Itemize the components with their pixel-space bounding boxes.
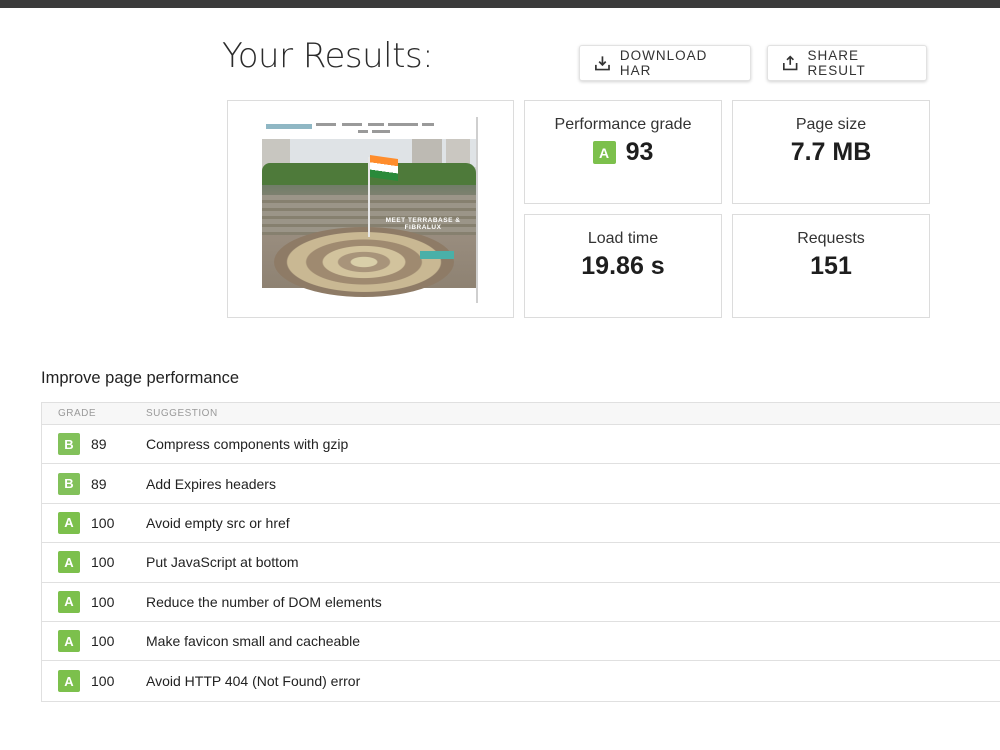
grade-score: 100 <box>91 554 115 571</box>
grade-cell: B 89 <box>42 433 146 456</box>
suggestion-text: Avoid empty src or href <box>146 514 290 531</box>
suggestions-table: GRADE SUGGESTION B 89 Compress components … <box>41 402 1000 702</box>
suggestion-text: Reduce the number of DOM elements <box>146 593 382 610</box>
suggestion-text: Add Expires headers <box>146 475 276 492</box>
grade-score: 100 <box>91 633 115 650</box>
table-row[interactable]: B 89 Compress components with gzip <box>42 425 1000 465</box>
performance-grade-card: Performance grade A 93 <box>524 100 722 204</box>
table-row[interactable]: A 100 Avoid HTTP 404 (Not Found) error <box>42 661 1000 700</box>
grade-cell: A 100 <box>42 670 146 693</box>
grade-badge: A <box>58 670 80 693</box>
download-icon <box>595 56 610 71</box>
page-screenshot-card: MEET TERRABASE & FIBRALUX <box>227 100 514 318</box>
grade-badge: A <box>58 551 80 574</box>
table-row[interactable]: A 100 Make favicon small and cacheable <box>42 622 1000 662</box>
requests-value: 151 <box>810 252 852 280</box>
grade-cell: B 89 <box>42 472 146 495</box>
suggestion-column-header[interactable]: SUGGESTION <box>146 408 218 419</box>
grade-badge: A <box>58 630 80 653</box>
grade-score: 89 <box>91 475 107 492</box>
improve-section-title: Improve page performance <box>41 369 240 387</box>
screenshot-headline: MEET TERRABASE & FIBRALUX <box>385 217 461 231</box>
share-result-button[interactable]: SHARE RESULT <box>767 45 927 81</box>
flag-image <box>370 155 398 181</box>
screenshot-nav <box>262 117 476 137</box>
page-size-label: Page size <box>795 116 867 133</box>
grade-badge: A <box>58 511 80 534</box>
grade-badge: B <box>58 433 80 456</box>
suggestion-text: Put JavaScript at bottom <box>146 554 299 571</box>
table-row[interactable]: A 100 Avoid empty src or href <box>42 504 1000 544</box>
share-result-label: SHARE RESULT <box>807 48 866 78</box>
screenshot-hero-image: MEET TERRABASE & FIBRALUX <box>262 139 476 297</box>
grade-score: 100 <box>91 673 115 690</box>
table-row[interactable]: A 100 Put JavaScript at bottom <box>42 543 1000 583</box>
table-row[interactable]: A 100 Reduce the number of DOM elements <box>42 583 1000 622</box>
page-size-card: Page size 7.7 MB <box>732 100 930 204</box>
load-time-card: Load time 19.86 s <box>524 214 722 318</box>
grade-cell: A 100 <box>42 551 146 574</box>
grade-score: 100 <box>91 514 115 531</box>
page-title: Your Results: <box>222 36 434 76</box>
top-bar <box>0 0 1000 8</box>
grade-cell: A 100 <box>42 630 146 653</box>
download-har-label: DOWNLOAD HAR <box>619 48 708 78</box>
grade-cell: A 100 <box>42 590 146 613</box>
grade-badge: B <box>58 472 80 495</box>
requests-label: Requests <box>797 230 865 247</box>
grade-score: 89 <box>91 436 107 453</box>
share-icon <box>783 55 798 71</box>
page-screenshot: MEET TERRABASE & FIBRALUX <box>262 117 478 303</box>
page-size-value: 7.7 MB <box>790 138 872 166</box>
grade-badge: A <box>58 590 80 613</box>
grade-score: 100 <box>91 593 115 610</box>
performance-grade-badge: A <box>592 141 616 164</box>
table-row[interactable]: B 89 Add Expires headers <box>42 464 1000 504</box>
suggestion-text: Avoid HTTP 404 (Not Found) error <box>146 673 361 690</box>
download-har-button[interactable]: DOWNLOAD HAR <box>579 45 751 81</box>
performance-grade-value: 93 <box>625 138 654 166</box>
load-time-value: 19.86 s <box>581 252 665 280</box>
grade-cell: A 100 <box>42 511 146 534</box>
suggestion-text: Compress components with gzip <box>146 436 349 453</box>
grade-column-header[interactable]: GRADE <box>42 408 146 419</box>
table-header: GRADE SUGGESTION <box>42 403 1000 425</box>
suggestion-text: Make favicon small and cacheable <box>146 633 361 650</box>
requests-card: Requests 151 <box>732 214 930 318</box>
load-time-label: Load time <box>587 230 659 247</box>
performance-grade-label: Performance grade <box>554 116 692 133</box>
